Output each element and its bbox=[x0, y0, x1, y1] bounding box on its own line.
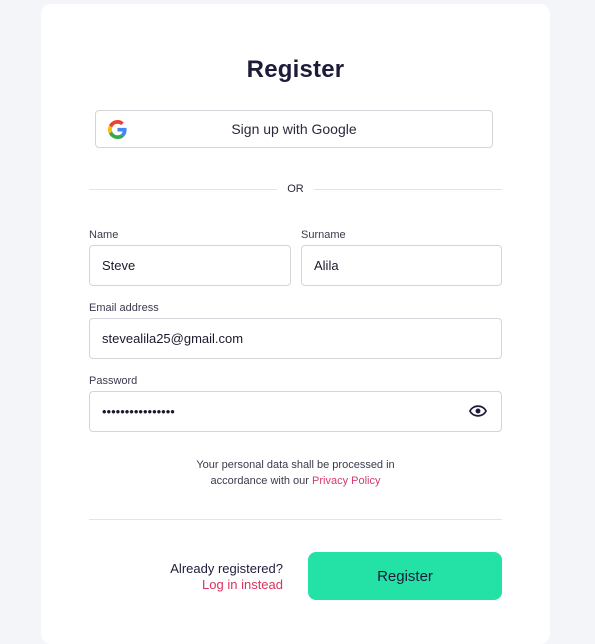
google-signup-button[interactable]: Sign up with Google bbox=[95, 110, 493, 148]
email-label: Email address bbox=[89, 302, 159, 314]
email-input[interactable] bbox=[89, 318, 502, 359]
privacy-text-line1: Your personal data shall be processed in bbox=[196, 459, 395, 471]
surname-label: Surname bbox=[301, 229, 346, 241]
page-title: Register bbox=[246, 56, 345, 83]
register-card: Register Sign up with Google OR Name Sur… bbox=[41, 4, 550, 644]
or-separator: OR bbox=[89, 182, 502, 196]
privacy-policy-link[interactable]: Privacy Policy bbox=[312, 475, 380, 487]
privacy-text-line2: accordance with our bbox=[210, 475, 313, 487]
eye-icon[interactable] bbox=[469, 405, 487, 417]
name-label: Name bbox=[89, 229, 119, 241]
separator-line-right bbox=[314, 189, 502, 190]
password-label: Password bbox=[89, 375, 138, 387]
register-button[interactable]: Register bbox=[308, 552, 502, 600]
google-signup-label: Sign up with Google bbox=[231, 121, 357, 137]
privacy-notice: Your personal data shall be processed in… bbox=[41, 457, 550, 489]
surname-input[interactable] bbox=[301, 245, 502, 286]
login-prompt: Already registered? Log in instead bbox=[170, 561, 283, 593]
already-registered-text: Already registered? bbox=[170, 561, 283, 576]
password-input[interactable] bbox=[89, 391, 502, 432]
login-link[interactable]: Log in instead bbox=[170, 577, 283, 593]
footer-divider bbox=[89, 519, 502, 520]
name-input[interactable] bbox=[89, 245, 291, 286]
google-icon bbox=[108, 120, 127, 139]
